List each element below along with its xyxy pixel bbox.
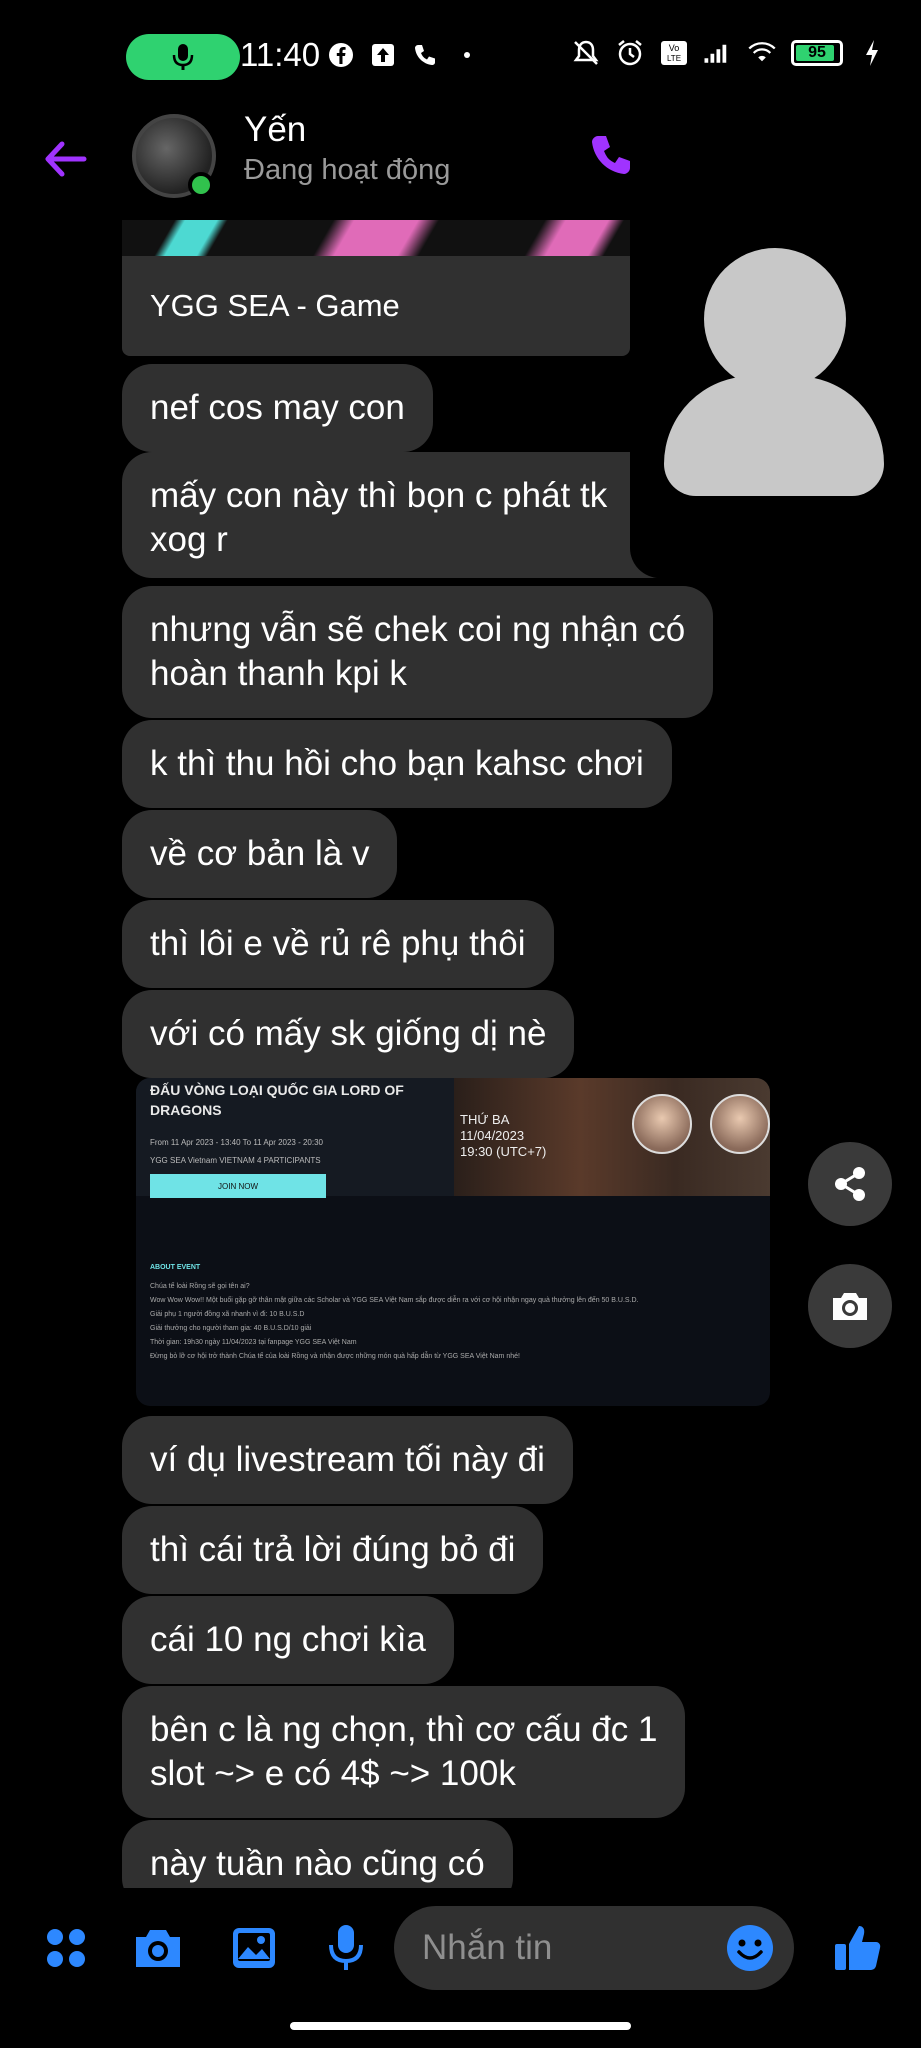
phone-icon [592, 136, 630, 174]
message-input-container[interactable] [394, 1906, 794, 1990]
camera-button[interactable] [130, 1920, 186, 1976]
message-input[interactable] [422, 1906, 722, 1990]
message-bubble[interactable]: bên c là ng chọn, thì cơ cấu đc 1 slot ~… [122, 1686, 686, 1818]
link-preview-title: YGG SEA - Game [150, 288, 400, 323]
like-icon [835, 1926, 881, 1970]
voice-call-button[interactable] [586, 130, 636, 180]
back-arrow-icon [45, 141, 87, 177]
back-button[interactable] [40, 134, 90, 184]
message-bubble[interactable]: cái 10 ng chơi kìa [122, 1596, 454, 1684]
battery-level: 95 [808, 44, 826, 61]
camera-icon [833, 1293, 867, 1320]
message-bubble[interactable]: thì cái trả lời đúng bỏ đi [122, 1506, 544, 1594]
message-bubble[interactable]: về cơ bản là v [122, 810, 398, 898]
event-dates: From 11 Apr 2023 - 13:40 To 11 Apr 2023 … [150, 1138, 324, 1147]
like-button[interactable] [830, 1920, 886, 1976]
camera-button[interactable] [808, 1264, 892, 1348]
voice-message-button[interactable] [318, 1920, 374, 1976]
host-avatar [632, 1094, 692, 1154]
charging-icon [857, 38, 887, 68]
online-status-dot [188, 172, 214, 198]
event-organizer: YGG SEA Vietnam VIETNAM 4 PARTICIPANTS [150, 1156, 321, 1165]
about-event-label: ABOUT EVENT [150, 1264, 201, 1271]
message-bubble[interactable]: k thì thu hồi cho bạn kahsc chơi [122, 720, 672, 808]
mic-icon [172, 44, 194, 70]
event-heading: ĐẤU VÒNG LOẠI QUỐC GIA LORD OF DRAGONS [150, 1082, 404, 1118]
mic-icon [329, 1925, 363, 1970]
person-icon-head [704, 248, 846, 390]
dot-icon [452, 40, 482, 70]
message-bubble[interactable]: này tuần nào cũng có [122, 1820, 513, 1888]
message-bubble[interactable]: mấy con này thì bọn c phát tk xog r [122, 452, 682, 578]
event-banner: THỨ BA 11/04/2023 19:30 (UTC+7) [454, 1078, 770, 1196]
person-icon-body [664, 376, 884, 496]
share-icon [835, 1167, 865, 1201]
shared-image[interactable]: ĐẤU VÒNG LOẠI QUỐC GIA LORD OF DRAGONS F… [136, 1078, 770, 1406]
gallery-icon [233, 1928, 275, 1968]
event-banner-text: THỨ BA 11/04/2023 19:30 (UTC+7) [460, 1112, 547, 1159]
upload-icon [368, 40, 398, 70]
message-bubble[interactable]: với có mấy sk giống dị nè [122, 990, 575, 1078]
emoji-button[interactable] [724, 1922, 776, 1974]
signal-icon [703, 38, 733, 68]
apps-button[interactable] [38, 1920, 94, 1976]
mic-active-pill[interactable] [126, 34, 240, 80]
status-bar: 11:40 Vo LTE 95 [0, 0, 921, 110]
message-bubble[interactable]: thì lôi e về rủ rê phụ thôi [122, 900, 554, 988]
message-bubble[interactable]: nhưng vẫn sẽ chek coi ng nhận có hoàn th… [122, 586, 714, 718]
active-status: Đang hoạt động [244, 154, 451, 186]
profile-placeholder-tile[interactable] [630, 218, 915, 578]
svg-text:LTE: LTE [667, 54, 681, 63]
emoji-icon [727, 1925, 773, 1971]
phone-icon [410, 40, 440, 70]
message-composer [0, 1888, 921, 2008]
volte-icon: Vo LTE [659, 38, 689, 68]
link-preview-image [122, 220, 630, 256]
gallery-button[interactable] [226, 1920, 282, 1976]
about-event-text: Chúa tể loài Rồng sẽ gọi tên ai? Wow Wow… [150, 1283, 639, 1360]
join-now-button: JOIN NOW [150, 1174, 326, 1198]
share-button[interactable] [808, 1142, 892, 1226]
apps-icon [47, 1929, 85, 1967]
link-preview-card[interactable]: YGG SEA - Game [122, 220, 630, 356]
clock: 11:40 [240, 36, 321, 73]
camera-icon [136, 1930, 180, 1967]
message-bubble[interactable]: nef cos may con [122, 364, 433, 452]
chat-header: Yến Đang hoạt động [0, 110, 921, 220]
event-card: ĐẤU VÒNG LOẠI QUỐC GIA LORD OF DRAGONS F… [136, 1078, 454, 1198]
facebook-icon [326, 40, 356, 70]
host-avatar [710, 1094, 770, 1154]
message-bubble[interactable]: ví dụ livestream tối này đi [122, 1416, 573, 1504]
alarm-icon [615, 38, 645, 68]
contact-name[interactable]: Yến [244, 110, 306, 150]
wifi-icon [747, 38, 777, 68]
svg-text:Vo: Vo [669, 43, 680, 53]
mute-bell-icon [571, 38, 601, 68]
battery-icon: 95 [791, 40, 843, 66]
home-indicator[interactable] [290, 2022, 631, 2030]
